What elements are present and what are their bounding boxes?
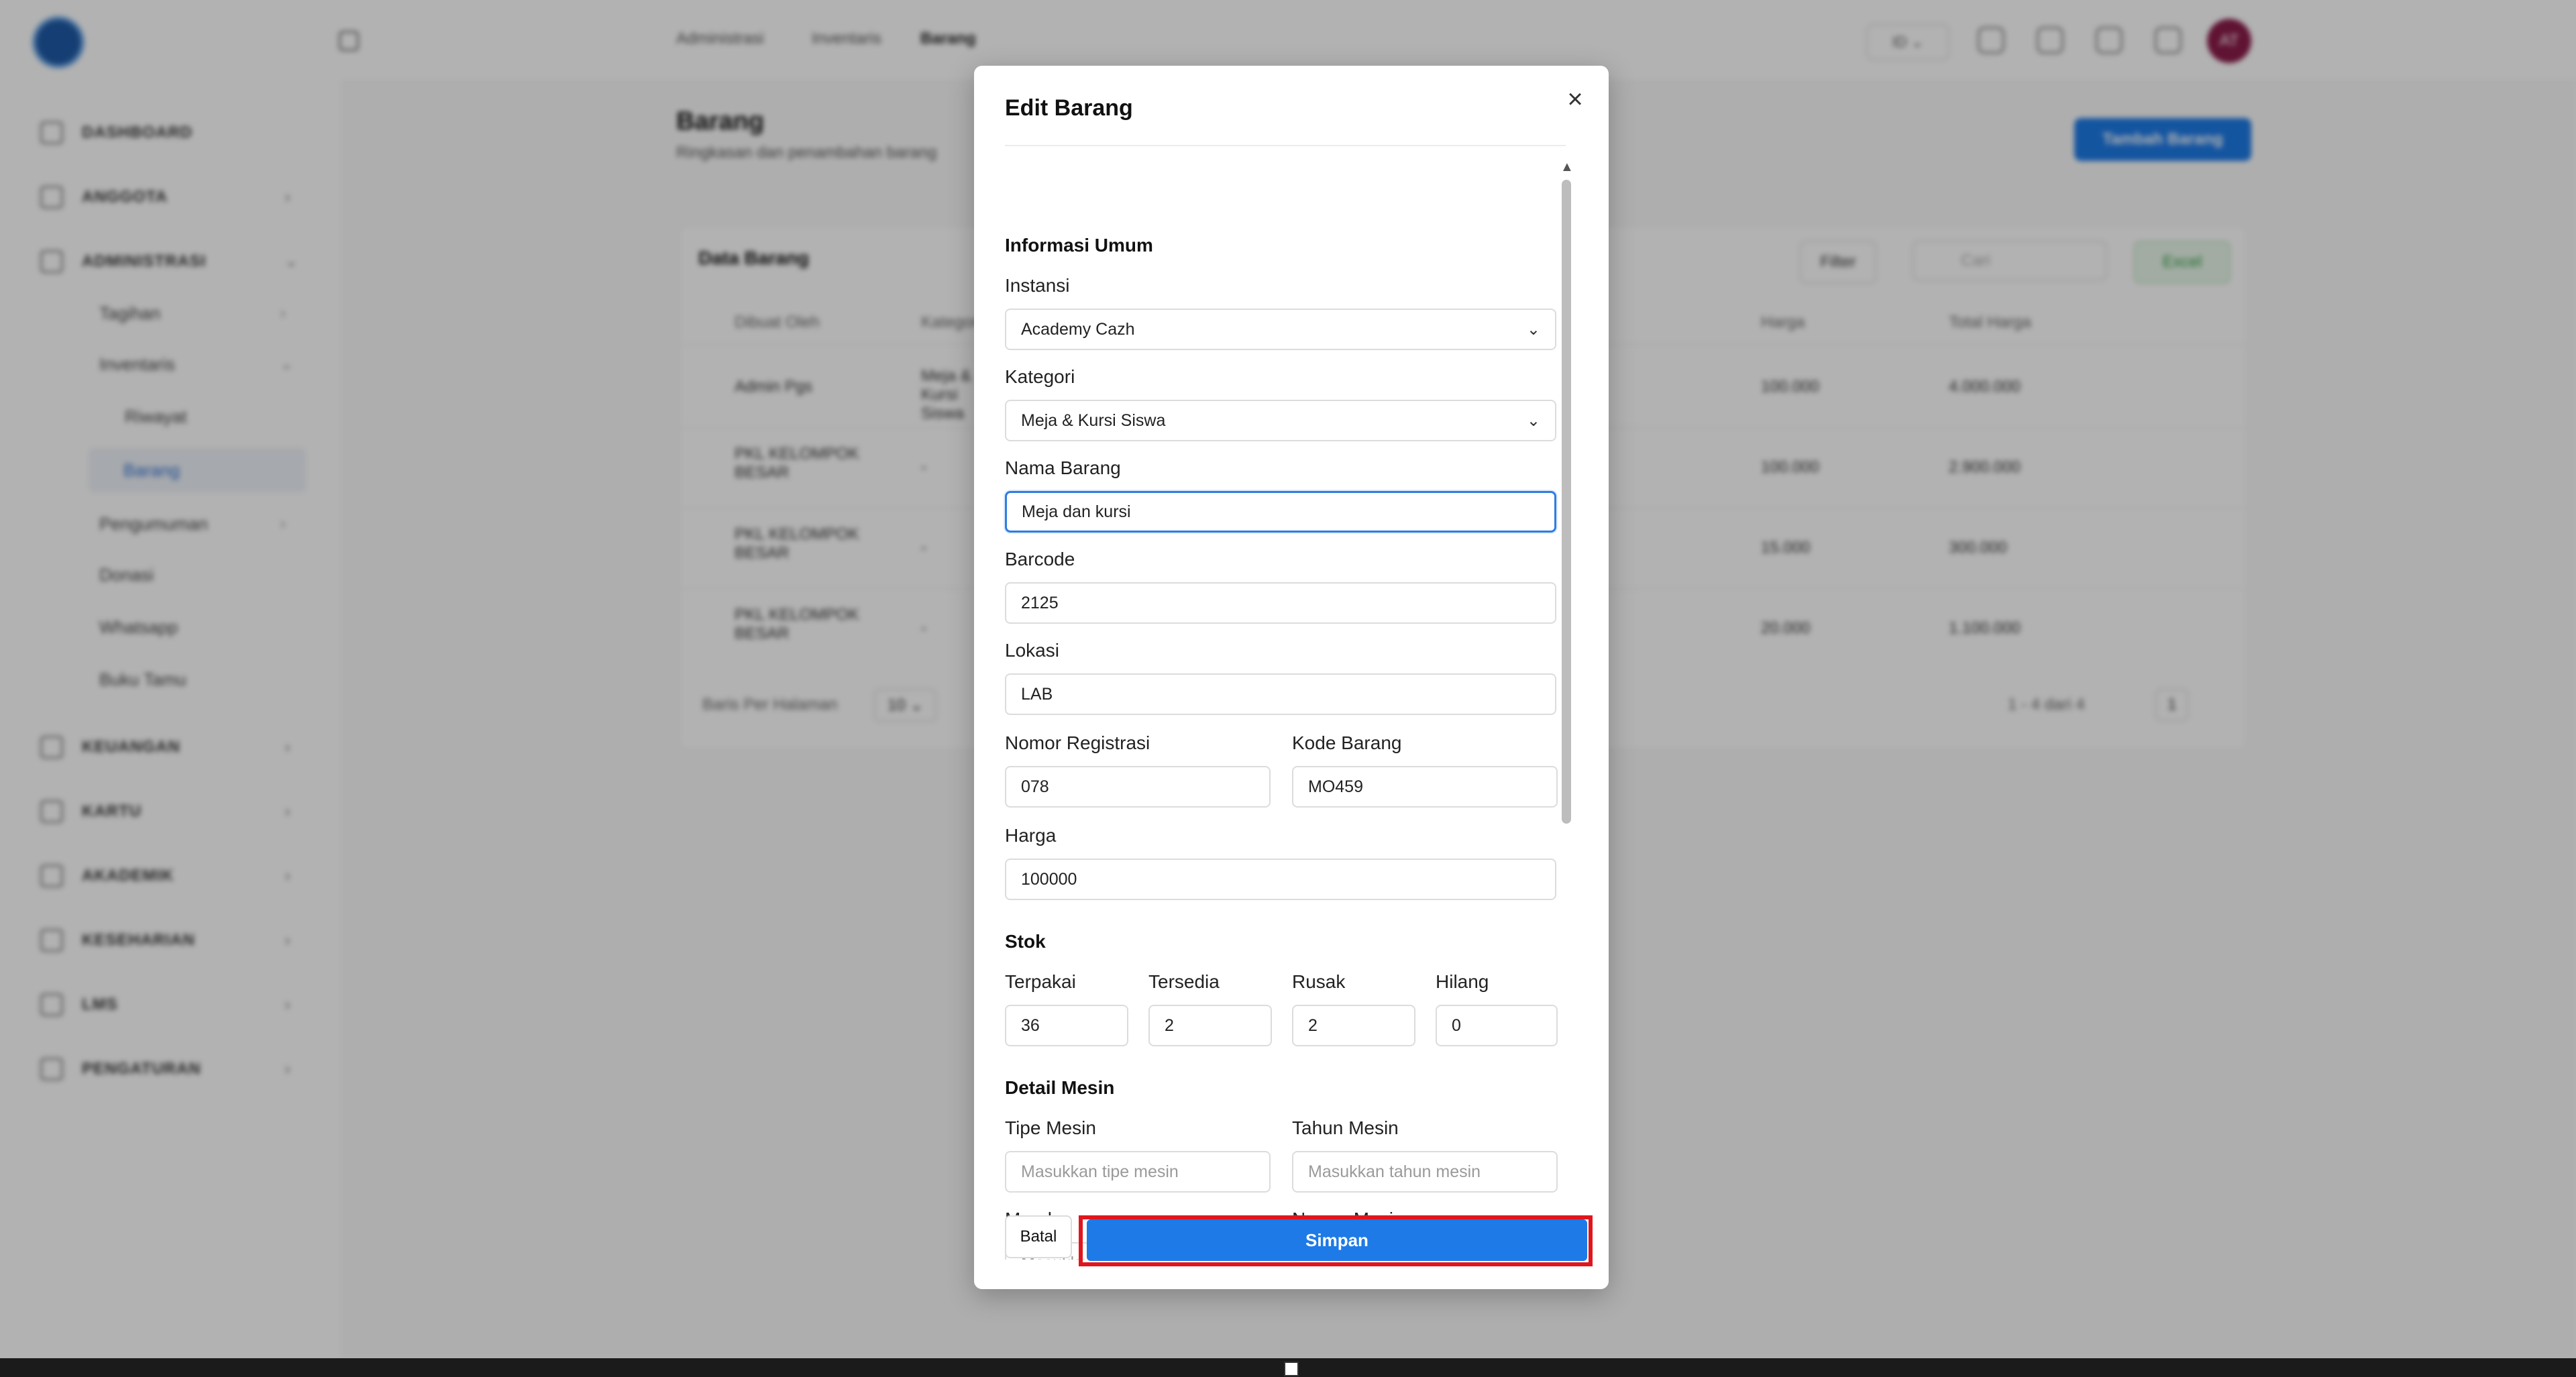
chevron-down-icon: ⌄ [1526,320,1540,339]
instansi-value: Academy Cazh [1021,319,1135,339]
cancel-label: Batal [1020,1227,1057,1246]
field-label-tahun-mesin: Tahun Mesin [1292,1117,1399,1138]
kode-barang-input[interactable] [1292,766,1558,808]
field-label-hilang: Hilang [1436,971,1489,992]
tersedia-input[interactable] [1148,1005,1272,1046]
field-label-kode-barang: Kode Barang [1292,732,1402,753]
section-title-stock: Stok [1005,931,1046,952]
rusak-input[interactable] [1292,1005,1415,1046]
field-label-tersedia: Tersedia [1148,971,1220,992]
divider [1005,145,1566,146]
field-label-instansi: Instansi [1005,275,1070,296]
section-title-general: Informasi Umum [1005,235,1153,256]
field-label-barcode: Barcode [1005,549,1075,569]
scrollbar-thumb[interactable] [1562,180,1571,824]
hilang-input[interactable] [1436,1005,1558,1046]
field-label-lokasi: Lokasi [1005,640,1059,661]
field-label-harga: Harga [1005,825,1057,846]
lokasi-input[interactable] [1005,673,1556,715]
save-button[interactable]: Simpan [1087,1219,1587,1261]
nomor-registrasi-input[interactable] [1005,766,1271,808]
field-label-rusak: Rusak [1292,971,1346,992]
field-label-tipe-mesin: Tipe Mesin [1005,1117,1096,1138]
resize-handle[interactable] [1284,1362,1299,1376]
dialog-title: Edit Barang [1005,95,1133,121]
chevron-down-icon: ⌄ [1526,411,1540,430]
save-label: Simpan [1305,1229,1368,1250]
nama-barang-input[interactable] [1005,491,1556,533]
kategori-select[interactable]: Meja & Kursi Siswa ⌄ [1005,400,1556,441]
terpakai-input[interactable] [1005,1005,1128,1046]
section-title-machine: Detail Mesin [1005,1077,1115,1098]
instansi-select[interactable]: Academy Cazh ⌄ [1005,309,1556,350]
kategori-value: Meja & Kursi Siswa [1021,410,1166,430]
edit-item-dialog: Edit Barang × ▲ ▼ Informasi Umum Instans… [974,66,1609,1289]
scroll-up-arrow-icon[interactable]: ▲ [1560,160,1574,175]
field-label-nomor-registrasi: Nomor Registrasi [1005,732,1150,753]
field-label-terpakai: Terpakai [1005,971,1076,992]
tipe-mesin-input[interactable] [1005,1151,1271,1193]
barcode-input[interactable] [1005,582,1556,624]
cancel-button[interactable]: Batal [1005,1215,1072,1258]
field-label-kategori: Kategori [1005,366,1075,387]
harga-input[interactable] [1005,859,1556,900]
tahun-mesin-input[interactable] [1292,1151,1558,1193]
field-label-nama-barang: Nama Barang [1005,457,1121,478]
close-icon[interactable]: × [1562,86,1589,113]
dialog-form-scroll-area[interactable]: ▲ ▼ Informasi Umum Instansi Academy Cazh… [974,160,1609,1260]
